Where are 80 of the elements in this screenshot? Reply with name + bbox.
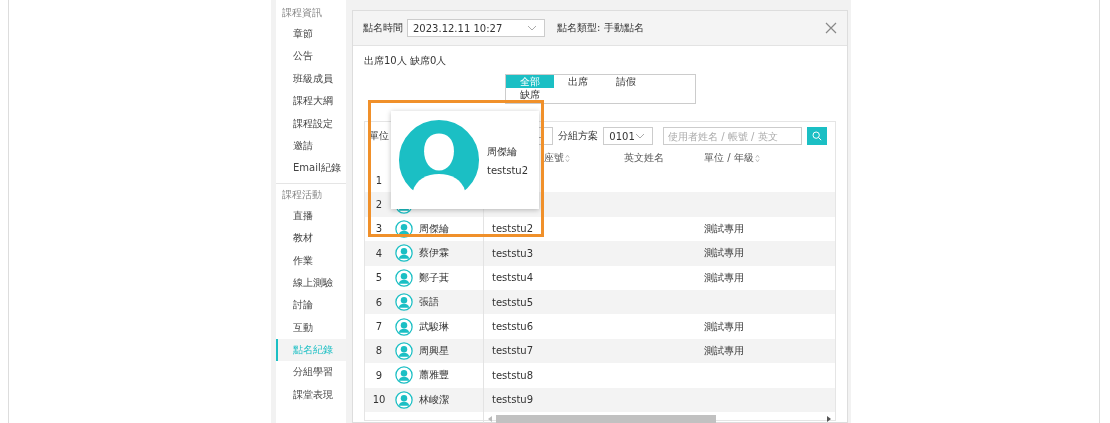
column-header: 座號: [544, 151, 564, 165]
status-tab[interactable]: 缺席: [506, 88, 554, 101]
time-select[interactable]: 2023.12.11 10:27: [407, 19, 545, 37]
student-name: 蕭雅豐: [419, 368, 449, 383]
close-icon[interactable]: [825, 22, 837, 34]
sort-icon[interactable]: [565, 153, 570, 163]
time-label: 點名時間: [363, 21, 403, 35]
column-header: 英文姓名: [624, 151, 664, 165]
student-name: 蔡伊霖: [419, 246, 449, 261]
row-number: 9: [374, 369, 384, 381]
sidebar-item[interactable]: 互動: [276, 316, 346, 340]
sidebar-item[interactable]: 線上測驗: [276, 271, 346, 295]
student-name: 周興星: [419, 343, 449, 358]
row-number: 3: [374, 223, 384, 235]
sidebar-item[interactable]: 公告: [276, 45, 346, 68]
student-name: 周傑綸: [419, 221, 449, 236]
student-name: 鄭子萁: [419, 270, 449, 285]
row-number: 2: [374, 199, 384, 211]
search-field[interactable]: 使用者姓名 / 帳號 / 英文: [663, 127, 803, 145]
status-tab[interactable]: 請假: [602, 75, 650, 88]
status-tab[interactable]: 出席: [554, 75, 602, 88]
avatar-icon: [395, 317, 413, 336]
chevron-down-icon: [635, 133, 646, 139]
sidebar-item[interactable]: 分組學習: [276, 361, 346, 384]
avatar-icon: [395, 219, 413, 238]
table-cell: teststu8: [492, 369, 534, 381]
row-number: 4: [374, 247, 384, 259]
table-cell: teststu6: [492, 321, 534, 333]
sidebar-item[interactable]: Email紀錄: [276, 157, 346, 180]
table-cell: 測試專用: [704, 320, 744, 332]
attendance-summary: 出席10人 缺席0人: [364, 54, 448, 68]
row-number: 10: [371, 394, 387, 406]
table-cell: teststu9: [492, 394, 534, 406]
sidebar-item[interactable]: 邀請: [276, 134, 346, 158]
table-cell: 測試專用: [704, 222, 744, 234]
sidebar-item[interactable]: 討論: [276, 294, 346, 317]
sidebar-section-title: 課程資訊: [281, 6, 323, 20]
sort-icon[interactable]: [754, 153, 760, 163]
search-button[interactable]: [807, 127, 827, 145]
table-cell: 測試專用: [704, 344, 744, 356]
table-cell: teststu5: [492, 296, 534, 308]
row-number: 1: [374, 174, 384, 186]
attendance-type-text: 點名類型: 手動點名: [557, 21, 644, 35]
student-name: 林峻潔: [419, 392, 449, 407]
table-cell: teststu2: [492, 223, 534, 235]
avatar-icon: [395, 390, 413, 409]
row-number: 5: [374, 272, 384, 284]
group-select[interactable]: 0101: [603, 127, 654, 145]
sidebar-item[interactable]: 直播: [276, 204, 346, 228]
sidebar-section-title: 課程活動: [281, 187, 323, 202]
avatar-icon: [395, 366, 413, 385]
sidebar-item[interactable]: 課堂表現: [276, 383, 346, 407]
sidebar-item[interactable]: 課程大綱: [276, 90, 346, 113]
row-number: 8: [374, 345, 384, 357]
table-cell: teststu4: [492, 272, 534, 284]
row-number: 7: [374, 321, 384, 333]
popover-account: teststu2: [487, 164, 529, 176]
scroll-left-icon[interactable]: [488, 415, 492, 422]
sidebar-item[interactable]: 教材: [276, 227, 346, 250]
student-name: 張語: [419, 295, 439, 310]
table-cell: teststu3: [492, 247, 534, 259]
table-cell: 測試專用: [704, 271, 744, 283]
sidebar-item[interactable]: 章節: [276, 23, 346, 46]
group-label: 分組方案: [558, 129, 599, 143]
avatar-icon: [395, 293, 413, 312]
sidebar-item[interactable]: 課程設定: [276, 112, 346, 135]
student-name: 武駿琳: [419, 319, 449, 334]
row-number: 6: [374, 296, 384, 308]
table-cell: 測試專用: [704, 247, 744, 259]
popover-name: 周傑綸: [487, 144, 518, 159]
chevron-down-icon: [527, 25, 537, 31]
avatar-icon: [395, 341, 413, 360]
table-cell: teststu7: [492, 345, 534, 357]
column-header: 單位 / 年級: [704, 151, 754, 165]
sidebar-item[interactable]: 班級成員: [276, 67, 346, 91]
avatar-icon: [395, 244, 413, 263]
avatar-icon: [395, 268, 413, 287]
sidebar-item[interactable]: 作業: [276, 249, 346, 272]
search-icon: [812, 131, 823, 141]
scroll-right-icon[interactable]: [827, 415, 831, 422]
